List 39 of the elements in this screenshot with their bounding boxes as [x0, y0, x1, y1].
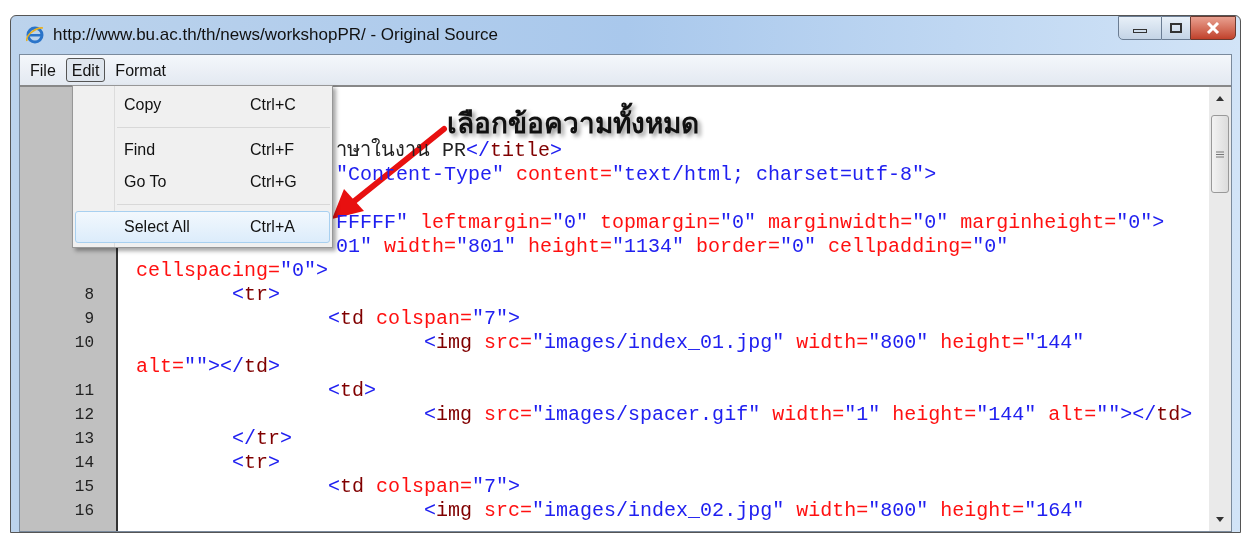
code-line: <td colspan="7">	[327, 307, 521, 331]
menu-item[interactable]: Find Ctrl+F	[75, 134, 330, 166]
line-number: 10	[74, 333, 94, 354]
maximize-button[interactable]	[1162, 16, 1190, 40]
code-line: </tr>	[231, 427, 293, 451]
close-icon	[1206, 22, 1220, 34]
browser-logo-icon	[25, 25, 45, 45]
scroll-thumb[interactable]	[1211, 115, 1229, 193]
menu-item[interactable]: Select All Ctrl+A	[75, 211, 330, 243]
menu-bar-item[interactable]: Format	[109, 58, 173, 82]
line-number: 9	[84, 309, 94, 330]
code-line: <tr>	[231, 283, 281, 307]
code-line: <img src="images/spacer.gif" width="1" height="144" alt=""></td>	[423, 403, 1193, 427]
line-number: 14	[74, 453, 94, 474]
code-line: cellspacing="0">	[136, 259, 329, 283]
line-number: 16	[74, 501, 94, 522]
line-number: 15	[74, 477, 94, 498]
scroll-down-icon[interactable]	[1215, 517, 1225, 523]
code-line: <tr>	[231, 451, 281, 475]
scroll-up-icon[interactable]	[1215, 95, 1225, 101]
line-number: 12	[74, 405, 94, 426]
code-line: <td>	[327, 379, 377, 403]
code-line: <img src="images/index_02.jpg" width="800" height="164"	[423, 499, 1085, 523]
window-title: http://www.bu.ac.th/th/news/workshopPR/ - Original Source	[53, 24, 499, 47]
menu-bar-item[interactable]: File	[24, 58, 62, 82]
minimize-button[interactable]	[1118, 16, 1162, 40]
line-number: 11	[74, 381, 94, 402]
menu-item[interactable]: Go To Ctrl+G	[75, 166, 330, 198]
menu-item[interactable]: Copy Ctrl+C	[75, 89, 330, 121]
close-button[interactable]	[1190, 16, 1236, 40]
scrollbar[interactable]	[1209, 87, 1231, 531]
code-line: <img src="images/index_01.jpg" width="800" height="144"	[423, 331, 1085, 355]
line-number: 13	[74, 429, 94, 450]
menu-bar-item[interactable]: Edit	[65, 58, 106, 82]
code-line: 01" width="801" height="1134" border="0" cellpadding="0"	[336, 235, 1009, 259]
code-line: alt=""></td>	[136, 355, 281, 379]
code-line: <td colspan="7">	[327, 475, 521, 499]
line-number: 8	[84, 285, 94, 306]
code-line: FFFFF" leftmargin="0" topmargin="0" marginwidth="0" marginheight="0">	[336, 211, 1165, 235]
